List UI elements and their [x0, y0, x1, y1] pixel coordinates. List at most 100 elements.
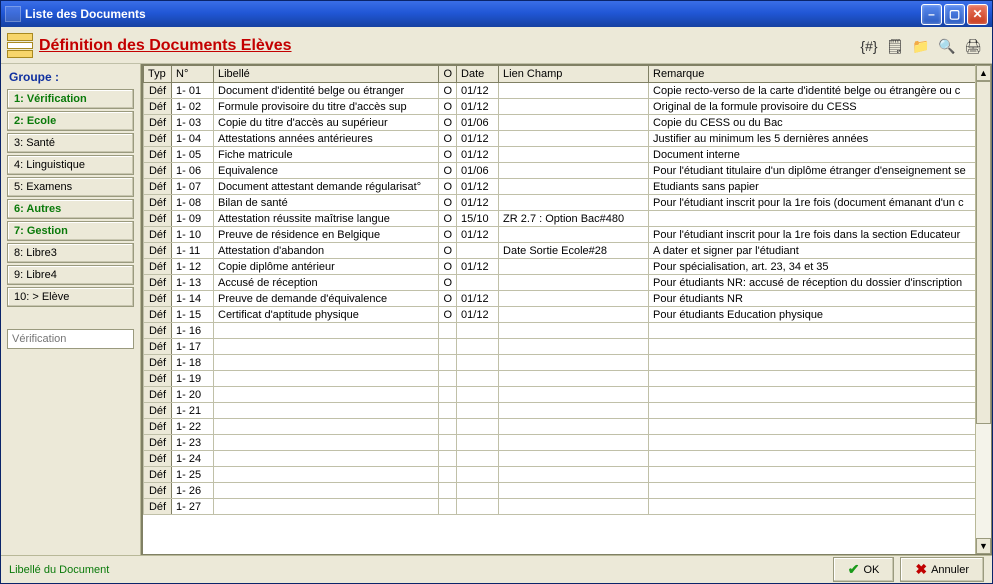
table-row[interactable]: Déf1- 12Copie diplôme antérieurO01/12Pou… — [144, 259, 991, 275]
table-cell[interactable] — [457, 275, 499, 291]
table-cell[interactable] — [439, 483, 457, 499]
table-cell[interactable] — [439, 419, 457, 435]
table-row[interactable]: Déf1- 09Attestation réussite maîtrise la… — [144, 211, 991, 227]
table-cell[interactable]: 1- 16 — [172, 323, 214, 339]
table-cell[interactable]: Déf — [144, 499, 172, 515]
table-cell[interactable]: Attestation d'abandon — [214, 243, 439, 259]
table-cell[interactable]: 01/12 — [457, 259, 499, 275]
table-cell[interactable]: O — [439, 179, 457, 195]
table-row[interactable]: Déf1- 21 — [144, 403, 991, 419]
table-row[interactable]: Déf1- 25 — [144, 467, 991, 483]
table-cell[interactable]: 1- 03 — [172, 115, 214, 131]
table-cell[interactable]: O — [439, 195, 457, 211]
table-row[interactable]: Déf1- 13Accusé de réceptionOPour étudian… — [144, 275, 991, 291]
table-cell[interactable] — [214, 451, 439, 467]
table-cell[interactable]: 01/12 — [457, 99, 499, 115]
table-cell[interactable]: Preuve de demande d'équivalence — [214, 291, 439, 307]
table-row[interactable]: Déf1- 26 — [144, 483, 991, 499]
table-cell[interactable] — [457, 467, 499, 483]
table-cell[interactable] — [649, 403, 991, 419]
table-row[interactable]: Déf1- 07Document attestant demande régul… — [144, 179, 991, 195]
table-cell[interactable]: 1- 21 — [172, 403, 214, 419]
table-cell[interactable]: 1- 13 — [172, 275, 214, 291]
table-cell[interactable] — [499, 419, 649, 435]
table-cell[interactable] — [457, 387, 499, 403]
table-cell[interactable] — [457, 243, 499, 259]
table-cell[interactable]: O — [439, 307, 457, 323]
table-cell[interactable]: 1- 26 — [172, 483, 214, 499]
table-cell[interactable]: Déf — [144, 419, 172, 435]
table-cell[interactable]: Déf — [144, 275, 172, 291]
table-cell[interactable]: 1- 11 — [172, 243, 214, 259]
table-cell[interactable]: Document d'identité belge ou étranger — [214, 83, 439, 99]
sidebar-item-5[interactable]: 6: Autres — [7, 199, 134, 219]
table-cell[interactable] — [439, 403, 457, 419]
table-cell[interactable] — [214, 467, 439, 483]
table-cell[interactable]: Déf — [144, 355, 172, 371]
sidebar-item-1[interactable]: 2: Ecole — [7, 111, 134, 131]
table-row[interactable]: Déf1- 10Preuve de résidence en BelgiqueO… — [144, 227, 991, 243]
table-row[interactable]: Déf1- 19 — [144, 371, 991, 387]
table-cell[interactable]: Déf — [144, 451, 172, 467]
table-cell[interactable]: Copie du titre d'accès au supérieur — [214, 115, 439, 131]
table-cell[interactable]: Déf — [144, 147, 172, 163]
table-cell[interactable] — [457, 499, 499, 515]
table-cell[interactable] — [499, 195, 649, 211]
table-cell[interactable]: Pour l'étudiant inscrit pour la 1re fois… — [649, 195, 991, 211]
table-row[interactable]: Déf1- 05Fiche matriculeO01/12Document in… — [144, 147, 991, 163]
table-cell[interactable] — [457, 419, 499, 435]
table-cell[interactable]: Pour étudiants NR — [649, 291, 991, 307]
table-cell[interactable]: Déf — [144, 323, 172, 339]
table-cell[interactable]: Bilan de santé — [214, 195, 439, 211]
table-row[interactable]: Déf1- 14Preuve de demande d'équivalenceO… — [144, 291, 991, 307]
scroll-thumb[interactable] — [976, 81, 991, 424]
scroll-up-arrow-icon[interactable]: ▲ — [976, 65, 991, 81]
table-cell[interactable]: Date Sortie Ecole#28 — [499, 243, 649, 259]
table-cell[interactable]: Pour l'étudiant inscrit pour la 1re fois… — [649, 227, 991, 243]
number-format-icon[interactable]: {#} — [860, 37, 878, 55]
table-cell[interactable]: 1- 08 — [172, 195, 214, 211]
table-cell[interactable]: Déf — [144, 483, 172, 499]
table-cell[interactable] — [499, 483, 649, 499]
table-cell[interactable]: 1- 12 — [172, 259, 214, 275]
table-cell[interactable]: Attestations années antérieures — [214, 131, 439, 147]
table-cell[interactable]: O — [439, 163, 457, 179]
table-cell[interactable]: 1- 27 — [172, 499, 214, 515]
sidebar-item-3[interactable]: 4: Linguistique — [7, 155, 134, 175]
table-cell[interactable]: Copie du CESS ou du Bac — [649, 115, 991, 131]
table-cell[interactable]: Accusé de réception — [214, 275, 439, 291]
table-cell[interactable] — [649, 435, 991, 451]
table-cell[interactable]: O — [439, 115, 457, 131]
table-cell[interactable] — [214, 371, 439, 387]
cancel-button[interactable]: ✖Annuler — [900, 557, 984, 582]
table-cell[interactable]: 01/12 — [457, 227, 499, 243]
table-cell[interactable]: 1- 09 — [172, 211, 214, 227]
table-cell[interactable]: Copie recto-verso de la carte d'identité… — [649, 83, 991, 99]
table-cell[interactable]: O — [439, 227, 457, 243]
table-cell[interactable]: 01/12 — [457, 83, 499, 99]
table-cell[interactable]: Déf — [144, 163, 172, 179]
table-row[interactable]: Déf1- 04Attestations années antérieuresO… — [144, 131, 991, 147]
table-row[interactable]: Déf1- 08Bilan de santéO01/12Pour l'étudi… — [144, 195, 991, 211]
table-cell[interactable]: 01/12 — [457, 131, 499, 147]
table-cell[interactable] — [499, 499, 649, 515]
table-cell[interactable] — [499, 355, 649, 371]
table-cell[interactable] — [499, 275, 649, 291]
sidebar-item-4[interactable]: 5: Examens — [7, 177, 134, 197]
table-cell[interactable]: O — [439, 147, 457, 163]
table-cell[interactable] — [457, 483, 499, 499]
table-cell[interactable] — [649, 387, 991, 403]
maximize-button[interactable]: ▢ — [944, 4, 965, 25]
table-cell[interactable]: Formule provisoire du titre d'accès sup — [214, 99, 439, 115]
table-cell[interactable] — [499, 291, 649, 307]
table-cell[interactable] — [439, 499, 457, 515]
table-cell[interactable] — [499, 435, 649, 451]
table-cell[interactable]: 1- 20 — [172, 387, 214, 403]
table-cell[interactable] — [649, 499, 991, 515]
table-cell[interactable]: Déf — [144, 307, 172, 323]
table-cell[interactable] — [649, 483, 991, 499]
table-cell[interactable]: Déf — [144, 227, 172, 243]
table-cell[interactable]: Justifier au minimum les 5 dernières ann… — [649, 131, 991, 147]
table-cell[interactable] — [439, 323, 457, 339]
table-cell[interactable]: Déf — [144, 371, 172, 387]
